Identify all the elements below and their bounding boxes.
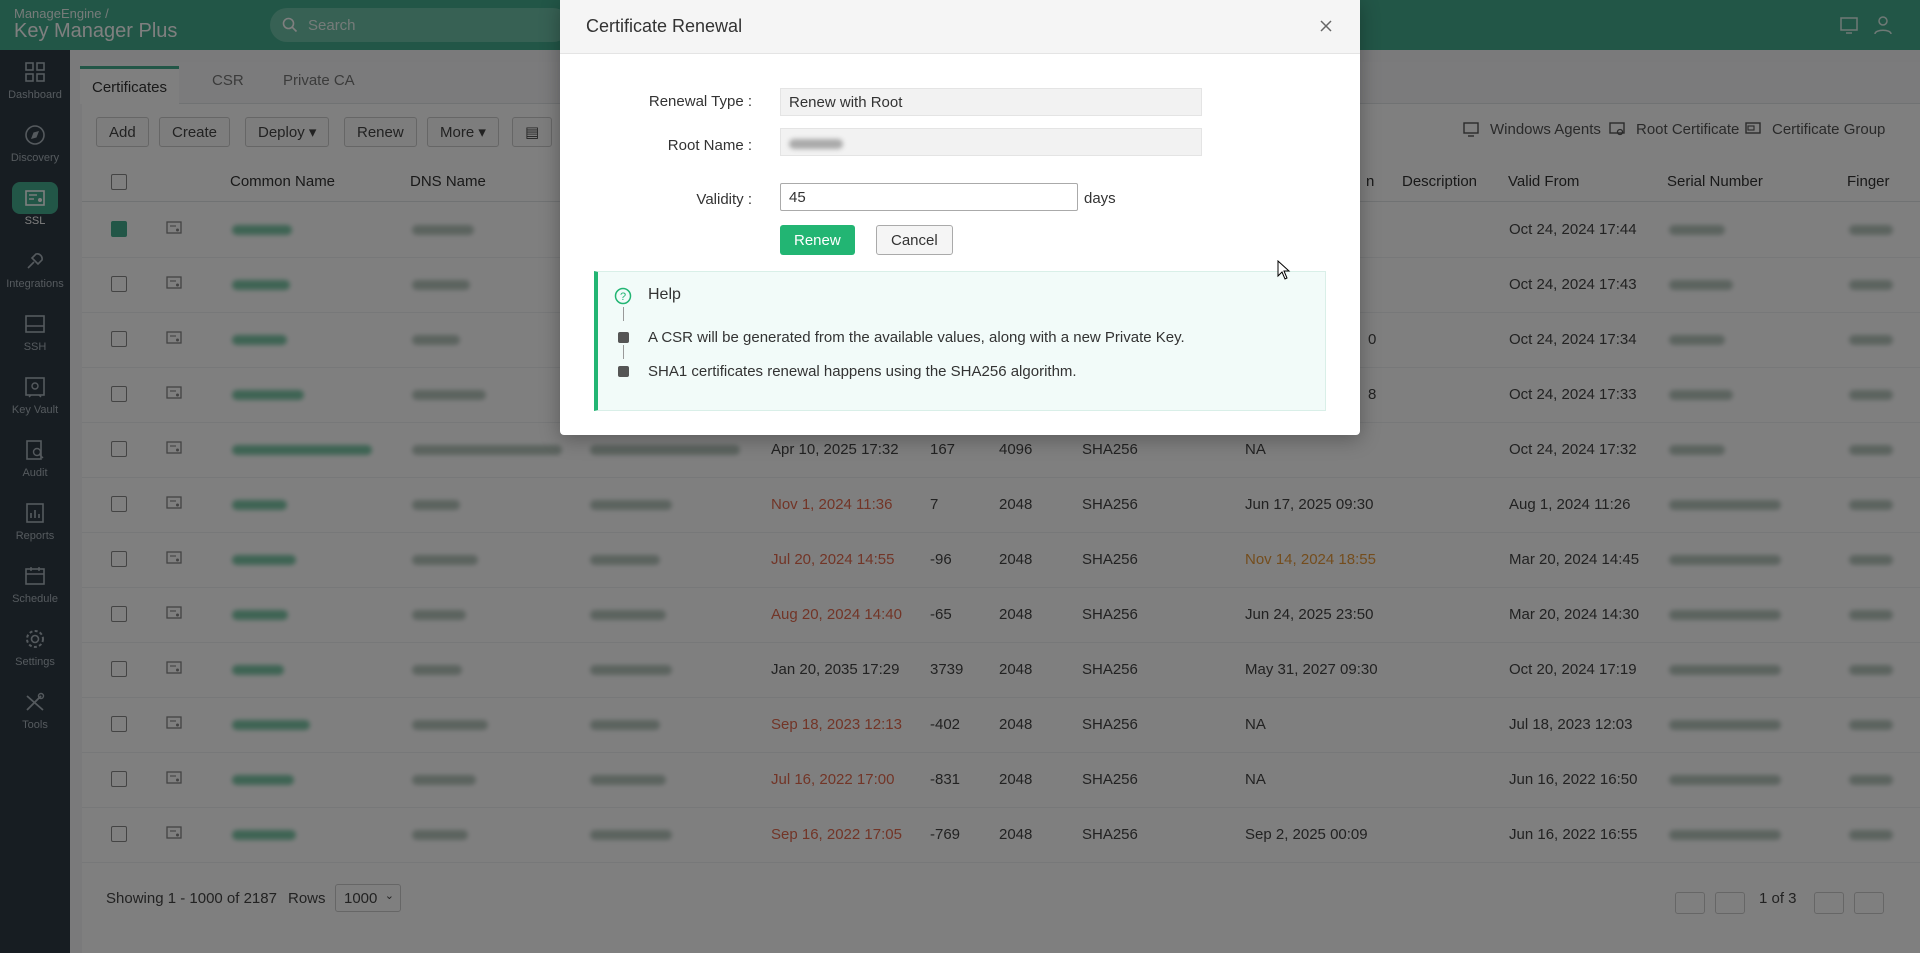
root-name-label: Root Name : [667, 137, 752, 154]
help-connector [623, 307, 624, 321]
cancel-button[interactable]: Cancel [876, 225, 953, 255]
renew-button[interactable]: Renew [780, 225, 855, 255]
certificate-renewal-dialog: Certificate Renewal Renewal Type : Renew… [560, 0, 1360, 435]
help-connector [623, 345, 624, 359]
bullet-icon [618, 366, 629, 377]
close-icon[interactable] [1318, 18, 1334, 34]
root-name-field [780, 128, 1202, 156]
root-name-redacted [789, 139, 843, 149]
validity-unit: days [1084, 190, 1116, 207]
dialog-header: Certificate Renewal [560, 0, 1360, 54]
mouse-cursor-icon [1277, 260, 1291, 280]
help-title: Help [648, 286, 681, 303]
validity-input[interactable] [780, 183, 1078, 211]
question-circle-icon: ? [614, 287, 632, 305]
help-item: SHA1 certificates renewal happens using … [648, 363, 1077, 380]
svg-text:?: ? [620, 291, 626, 303]
renewal-type-label: Renewal Type : [648, 93, 752, 110]
help-item: A CSR will be generated from the availab… [648, 329, 1185, 346]
bullet-icon [618, 332, 629, 343]
dialog-title: Certificate Renewal [586, 16, 743, 36]
renewal-type-field: Renew with Root [780, 88, 1202, 116]
help-panel: ? Help A CSR will be generated from the … [594, 271, 1326, 411]
validity-label: Validity : [696, 191, 752, 208]
